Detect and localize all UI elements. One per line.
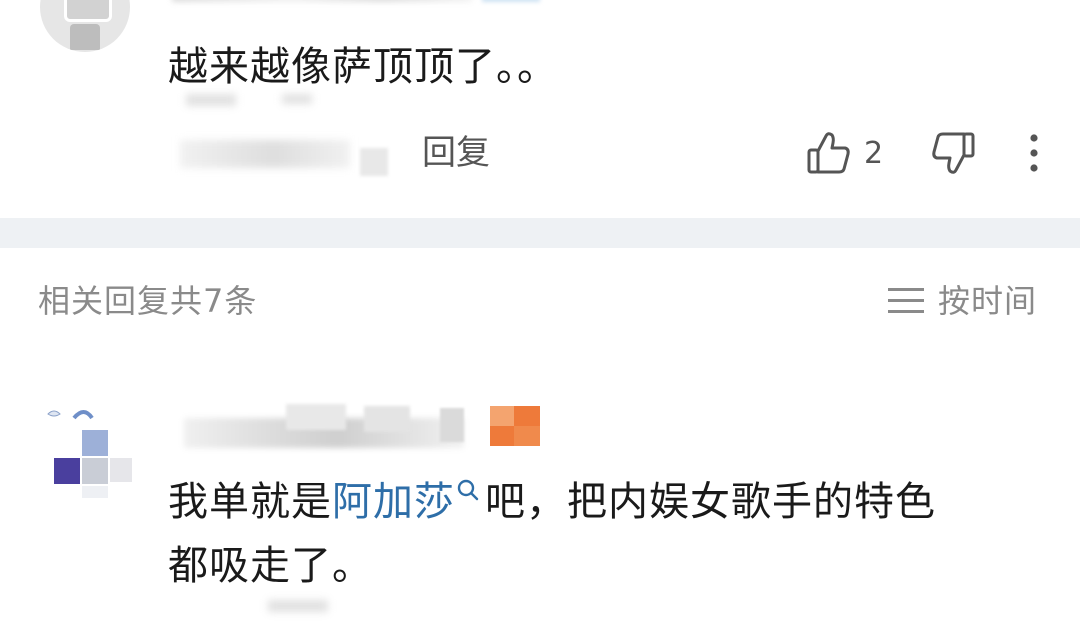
sort-by-time-button[interactable]: 按时间 [938, 278, 1037, 324]
section-divider [0, 218, 1080, 248]
more-vertical-icon[interactable] [1022, 132, 1046, 174]
thumbs-up-icon[interactable] [806, 130, 852, 176]
related-replies-count: 相关回复共7条 [38, 282, 258, 320]
avatar-body-shape [70, 24, 100, 50]
reply-text-part: 吧，把内娱女歌手的特色 [485, 479, 936, 525]
username-redacted [440, 408, 464, 442]
username-redacted [364, 406, 410, 432]
watermark-blur [268, 600, 328, 612]
comment-meta-redacted [180, 140, 350, 168]
reply-comment-text: 我单就是阿加莎 吧，把内娱女歌手的特色都吸走了。 [168, 470, 1048, 598]
search-icon[interactable] [453, 476, 483, 506]
reply-button[interactable]: 回复 [422, 130, 490, 176]
watermark-blur [282, 94, 312, 104]
level-badge-icon [490, 406, 540, 446]
watermark-blur [186, 94, 236, 106]
avatar-face-shape [64, 0, 112, 22]
sort-lines-icon[interactable] [888, 284, 924, 318]
search-link-agatha[interactable]: 阿加莎 [332, 479, 455, 525]
avatar-top-comment[interactable] [40, 0, 130, 52]
avatar-reply-user[interactable] [40, 404, 136, 500]
like-count: 2 [864, 136, 884, 171]
username-redacted[interactable] [172, 0, 472, 2]
comment-text: 越来越像萨顶顶了。。 [168, 44, 558, 90]
comment-meta-redacted [360, 148, 388, 176]
reply-text-part: 都吸走了。 [168, 543, 373, 589]
reply-text-part: 我单就是 [168, 479, 332, 525]
thumbs-down-icon[interactable] [930, 130, 976, 176]
user-badge-redacted [482, 0, 540, 2]
username-redacted [286, 404, 346, 430]
